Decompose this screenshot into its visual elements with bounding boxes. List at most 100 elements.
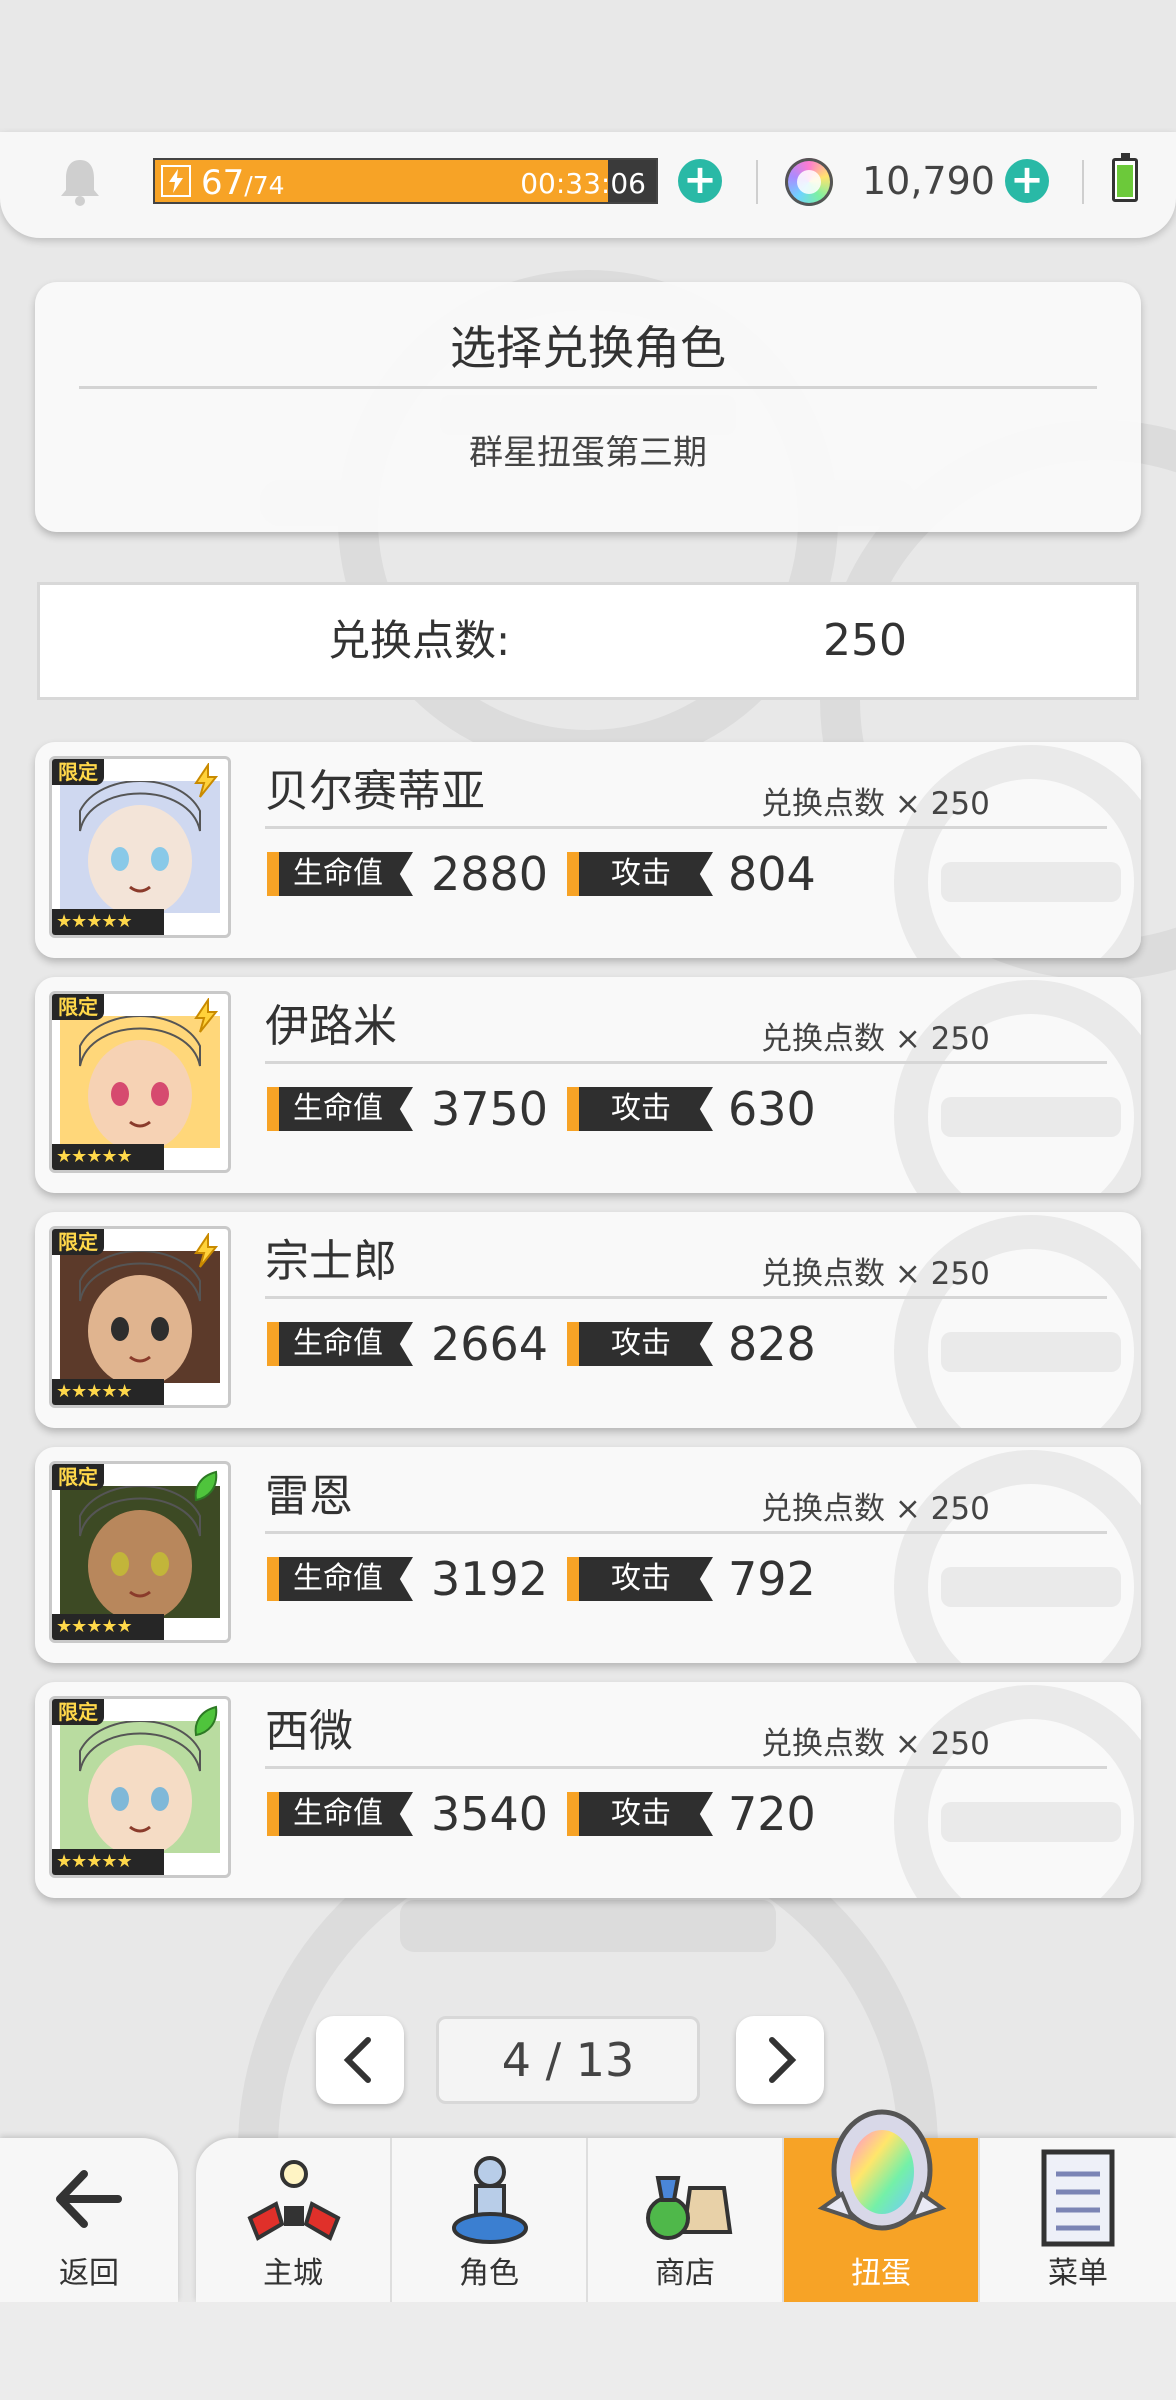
rarity-stars: ★★★★★ [52, 1379, 164, 1405]
character-card[interactable]: 限定 ★★★★★ 西微 兑换点数 × 250 生命值 3540 攻击 720 [35, 1682, 1141, 1898]
character-card[interactable]: 限定 ★★★★★ 宗士郎 兑换点数 × 250 生命值 2664 攻击 828 [35, 1212, 1141, 1428]
page-indicator: 4 / 13 [436, 2016, 700, 2104]
hp-label: 生命值 [267, 1087, 413, 1131]
nav-item-main-city[interactable]: 主城 [196, 2138, 392, 2302]
limited-badge: 限定 [52, 994, 104, 1020]
divider [1082, 160, 1084, 204]
stamina-timer: 00:33:06 [520, 167, 646, 200]
attack-value: 828 [728, 1317, 816, 1371]
attack-label: 攻击 [567, 852, 713, 896]
nav-item-gacha[interactable]: 扭蛋 [784, 2109, 980, 2302]
rarity-stars: ★★★★★ [52, 1614, 164, 1640]
back-label: 返回 [59, 2256, 119, 2291]
hp-value: 3540 [431, 1787, 549, 1841]
attack-label: 攻击 [567, 1087, 713, 1131]
rarity-stars: ★★★★★ [52, 909, 164, 935]
nav-label: 商店 [655, 2256, 715, 2291]
limited-badge: 限定 [52, 1229, 104, 1255]
exchange-cost: 兑换点数 × 250 [761, 1021, 990, 1057]
exchange-points-label: 兑换点数: [328, 616, 511, 665]
main-city-icon [247, 2160, 341, 2241]
character-name: 宗士郎 [265, 1236, 397, 1287]
divider [265, 1296, 1107, 1299]
plus-icon: + [683, 157, 717, 203]
character-name: 雷恩 [265, 1471, 353, 1522]
bottom-strip [0, 2302, 1176, 2400]
nav-label: 角色 [459, 2256, 519, 2291]
lightning-icon [194, 998, 219, 1033]
next-page-button[interactable] [736, 2016, 824, 2104]
character-card[interactable]: 限定 ★★★★★ 贝尔赛蒂亚 兑换点数 × 250 生命值 2880 攻击 804 [35, 742, 1141, 958]
add-gems-button[interactable]: + [1005, 159, 1049, 203]
character-portrait[interactable]: 限定 ★★★★★ [49, 756, 231, 938]
divider [265, 1061, 1107, 1064]
hp-label: 生命值 [267, 1322, 413, 1366]
hp-label: 生命值 [267, 852, 413, 896]
leaf-icon [194, 1705, 218, 1737]
nav-item-characters[interactable]: 角色 [392, 2138, 588, 2302]
exchange-cost: 兑换点数 × 250 [761, 1491, 990, 1527]
stamina-value: 67/74 [201, 163, 285, 203]
character-portrait-art [60, 1016, 220, 1148]
character-portrait[interactable]: 限定 ★★★★★ [49, 1461, 231, 1643]
attack-value: 804 [728, 847, 816, 901]
plus-icon: + [1010, 157, 1044, 203]
menu-list-icon [1041, 2149, 1115, 2247]
nav-label: 主城 [263, 2256, 323, 2291]
leaf-icon [194, 1470, 218, 1502]
chevron-left-icon [343, 2037, 371, 2083]
card-emblem [894, 745, 1141, 958]
attack-label: 攻击 [567, 1557, 713, 1601]
exchange-cost: 兑换点数 × 250 [761, 1726, 990, 1762]
character-portrait[interactable]: 限定 ★★★★★ [49, 1226, 231, 1408]
character-portrait[interactable]: 限定 ★★★★★ [49, 991, 231, 1173]
exchange-cost: 兑换点数 × 250 [761, 786, 990, 822]
hp-label: 生命值 [267, 1557, 413, 1601]
character-card[interactable]: 限定 ★★★★★ 伊路米 兑换点数 × 250 生命值 3750 攻击 630 [35, 977, 1141, 1193]
character-portrait[interactable]: 限定 ★★★★★ [49, 1696, 231, 1878]
divider [265, 1531, 1107, 1534]
bell-icon[interactable] [58, 156, 102, 206]
divider [79, 386, 1097, 389]
add-stamina-button[interactable]: + [678, 159, 722, 203]
attack-value: 630 [728, 1082, 816, 1136]
divider [265, 826, 1107, 829]
card-emblem [894, 1685, 1141, 1898]
card-emblem [894, 1215, 1141, 1428]
lightning-icon [161, 165, 191, 197]
hp-value: 3750 [431, 1082, 549, 1136]
stamina-bar: 67/74 00:33:06 [153, 158, 658, 204]
nav-label: 扭蛋 [851, 2256, 911, 2291]
battery-icon [1112, 153, 1138, 202]
limited-badge: 限定 [52, 1699, 104, 1725]
card-emblem [894, 980, 1141, 1193]
gem-icon [785, 158, 833, 206]
hp-label: 生命值 [267, 1792, 413, 1836]
hp-value: 2664 [431, 1317, 549, 1371]
back-button[interactable]: 返回 [0, 2138, 178, 2302]
character-portrait-art [60, 1486, 220, 1618]
rarity-stars: ★★★★★ [52, 1849, 164, 1875]
character-icon [452, 2156, 528, 2244]
gem-count: 10,790 [862, 159, 995, 203]
character-card[interactable]: 限定 ★★★★★ 雷恩 兑换点数 × 250 生命值 3192 攻击 792 [35, 1447, 1141, 1663]
gacha-mirror-icon [817, 2109, 947, 2231]
divider [265, 1766, 1107, 1769]
rarity-stars: ★★★★★ [52, 1144, 164, 1170]
attack-label: 攻击 [567, 1792, 713, 1836]
exchange-cost: 兑换点数 × 250 [761, 1256, 990, 1292]
nav-label: 菜单 [1048, 2256, 1108, 2291]
page-subtitle: 群星扭蛋第三期 [469, 433, 707, 473]
limited-badge: 限定 [52, 1464, 104, 1490]
nav-item-menu[interactable]: 菜单 [980, 2138, 1176, 2302]
character-name: 伊路米 [265, 1001, 397, 1052]
page-title: 选择兑换角色 [450, 321, 726, 375]
prev-page-button[interactable] [316, 2016, 404, 2104]
attack-value: 792 [728, 1552, 816, 1606]
character-portrait-art [60, 1721, 220, 1853]
divider [756, 160, 758, 204]
lightning-icon [194, 763, 219, 798]
nav-item-shop[interactable]: 商店 [588, 2138, 784, 2302]
character-portrait-art [60, 781, 220, 913]
exchange-points-value: 250 [823, 615, 907, 666]
